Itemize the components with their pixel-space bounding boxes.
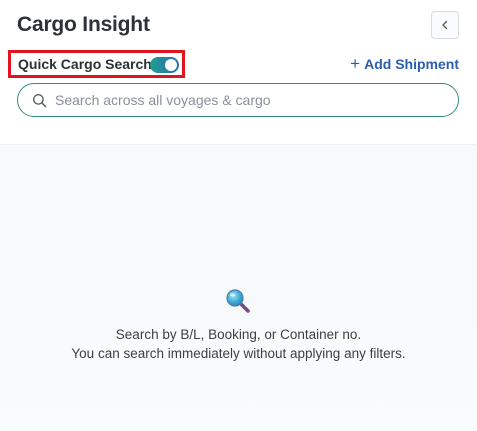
empty-state-line1: Search by B/L, Booking, or Container no. <box>115 327 362 342</box>
search-bar <box>17 83 459 117</box>
quick-cargo-search-label: Quick Cargo Search <box>18 56 152 72</box>
collapse-panel-button[interactable] <box>431 11 459 39</box>
quick-cargo-search: Quick Cargo Search <box>8 50 185 78</box>
page-title: Cargo Insight <box>17 13 150 36</box>
plus-icon: + <box>350 54 361 73</box>
magnifier-icon <box>226 289 250 313</box>
empty-state: Search by B/L, Booking, or Container no.… <box>0 145 477 431</box>
toggle-knob <box>165 59 177 71</box>
add-shipment-label: Add Shipment <box>364 56 459 72</box>
panel-header: Cargo Insight Quick Cargo Search + Add S… <box>0 0 477 144</box>
empty-state-line2: You can search immediately without apply… <box>71 346 406 361</box>
search-input[interactable] <box>55 92 435 108</box>
add-shipment-button[interactable]: + Add Shipment <box>350 54 459 73</box>
chevron-left-icon <box>442 20 448 30</box>
search-icon <box>32 93 47 107</box>
quick-cargo-search-toggle[interactable] <box>150 57 179 73</box>
